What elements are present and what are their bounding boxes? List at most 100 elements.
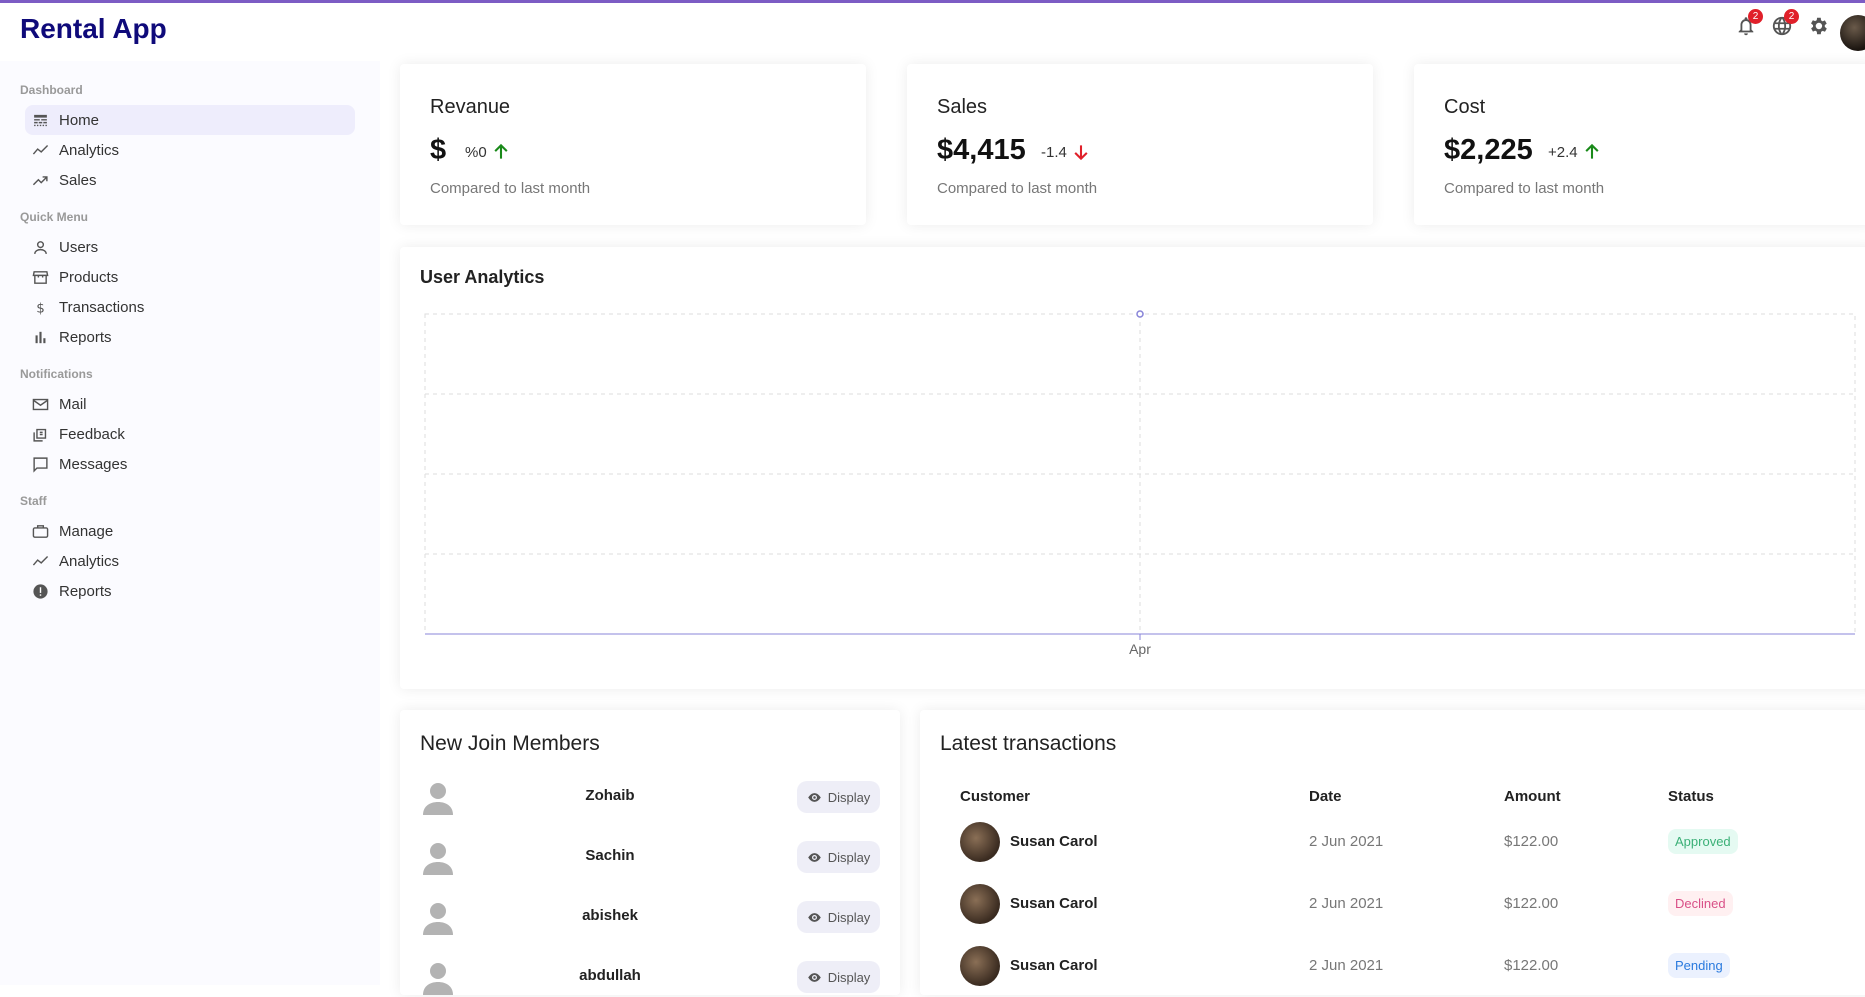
notifications-icon[interactable]: 2 — [1735, 9, 1763, 37]
storefront-icon — [32, 270, 49, 284]
transactions-title: Latest transactions — [940, 732, 1117, 755]
arrow-down-icon — [1074, 145, 1088, 161]
sidebar-item-manage[interactable]: Manage — [25, 516, 355, 546]
sidebar-item-label: Manage — [59, 522, 114, 540]
transaction-amount: $122.00 — [1504, 895, 1559, 912]
sidebar-item-label: Sales — [59, 171, 97, 189]
featured-rate-value: +2.4 — [1548, 143, 1578, 161]
table-row: Susan Carol 2 Jun 2021 $122.00 Pending — [960, 944, 1760, 988]
avatar — [960, 884, 1000, 924]
featured-money: $4,415 — [937, 134, 1026, 166]
sidebar-item-feedback[interactable]: Feedback — [25, 419, 355, 449]
sidebar-item-label: Messages — [59, 455, 128, 473]
notifications-badge: 2 — [1748, 9, 1763, 24]
user-avatar[interactable] — [1840, 15, 1865, 51]
featured-card-cost: Cost $2,225 +2.4 Compared to last month — [1414, 64, 1865, 225]
sidebar-item-label: Reports — [59, 328, 112, 346]
sidebar-item-staff-analytics[interactable]: Analytics — [25, 546, 355, 576]
status-badge[interactable]: Declined — [1668, 891, 1733, 916]
language-icon[interactable]: 2 — [1771, 9, 1799, 37]
transaction-amount: $122.00 — [1504, 957, 1559, 974]
members-title: New Join Members — [420, 732, 600, 755]
featured-rate: -1.4 — [1041, 142, 1091, 162]
svg-text:$: $ — [36, 301, 45, 316]
status-badge[interactable]: Approved — [1668, 829, 1738, 854]
language-badge: 2 — [1784, 9, 1799, 24]
settings-gear-icon[interactable] — [1807, 15, 1829, 37]
featured-rate: +2.4 — [1548, 142, 1602, 162]
sidebar: Dashboard Home Analytics Sales Quick Men… — [0, 61, 380, 985]
sidebar-item-label: Users — [59, 238, 99, 256]
sidebar-item-staff-reports[interactable]: Reports — [25, 576, 355, 606]
display-button[interactable]: Display — [797, 901, 880, 933]
sidebar-item-transactions[interactable]: $ Transactions — [25, 292, 355, 322]
customer-name: Susan Carol — [1010, 833, 1098, 850]
eye-icon — [807, 792, 821, 802]
dynamic-feed-icon — [33, 428, 47, 442]
customer-name: Susan Carol — [1010, 957, 1098, 974]
column-header-customer: Customer — [960, 788, 1031, 805]
sidebar-item-sales[interactable]: Sales — [25, 165, 355, 195]
eye-icon — [807, 912, 821, 922]
chart-x-tick-label: Apr — [1129, 641, 1151, 657]
sidebar-item-label: Mail — [59, 395, 87, 413]
avatar-placeholder-icon — [423, 903, 453, 935]
status-badge[interactable]: Pending — [1668, 953, 1730, 978]
sidebar-item-messages[interactable]: Messages — [25, 449, 355, 479]
featured-card-sales: Sales $4,415 -1.4 Compared to last month — [907, 64, 1373, 225]
member-name: Zohaib — [585, 787, 635, 804]
mail-outline-icon — [32, 398, 49, 410]
member-item: abishek Display — [420, 897, 880, 937]
avatar — [960, 946, 1000, 986]
sidebar-section-staff: Staff — [20, 494, 47, 508]
transaction-date: 2 Jun 2021 — [1309, 833, 1384, 850]
sidebar-item-analytics[interactable]: Analytics — [25, 135, 355, 165]
transaction-date: 2 Jun 2021 — [1309, 895, 1384, 912]
featured-title: Cost — [1444, 96, 1486, 118]
arrow-up-icon — [494, 143, 508, 159]
column-header-date: Date — [1309, 788, 1342, 805]
sidebar-section-dashboard: Dashboard — [20, 83, 83, 97]
featured-money: $ — [430, 134, 447, 166]
timeline-icon — [32, 144, 49, 155]
featured-sub: Compared to last month — [937, 180, 1098, 197]
transaction-amount: $122.00 — [1504, 833, 1559, 850]
display-button[interactable]: Display — [797, 781, 880, 813]
sidebar-item-home[interactable]: Home — [25, 105, 355, 135]
table-row: Susan Carol 2 Jun 2021 $122.00 Declined — [960, 882, 1760, 926]
topbar-icons: 2 2 — [1735, 9, 1829, 37]
sidebar-item-label: Analytics — [59, 141, 120, 159]
display-button-label: Display — [827, 789, 871, 805]
sidebar-item-reports[interactable]: Reports — [25, 322, 355, 352]
table-row: Susan Carol 2 Jun 2021 $122.00 Approved — [960, 820, 1760, 864]
display-button[interactable]: Display — [797, 841, 880, 873]
chat-bubble-outline-icon — [33, 456, 48, 473]
sidebar-section-notifications: Notifications — [20, 367, 93, 381]
new-join-members-widget: New Join Members Zohaib Display Sachin D… — [400, 710, 900, 995]
arrow-up-icon — [1585, 143, 1599, 159]
dollar-icon: $ — [36, 301, 45, 316]
bar-chart-icon — [35, 331, 46, 343]
member-name: abishek — [582, 907, 638, 924]
featured-title: Sales — [937, 96, 988, 118]
sidebar-item-label: Transactions — [59, 298, 145, 316]
featured-money: $2,225 — [1444, 134, 1533, 166]
featured-sub: Compared to last month — [430, 180, 591, 197]
column-header-amount: Amount — [1504, 788, 1561, 805]
display-button[interactable]: Display — [797, 961, 880, 993]
display-button-label: Display — [827, 849, 871, 865]
sidebar-item-users[interactable]: Users — [25, 232, 355, 262]
featured-rate-value: %0 — [465, 143, 487, 161]
app-logo[interactable]: Rental App — [20, 13, 167, 45]
featured-title: Revanue — [430, 96, 511, 118]
avatar-placeholder-icon — [423, 843, 453, 875]
line-style-icon — [34, 114, 47, 126]
display-button-label: Display — [827, 909, 871, 925]
sidebar-item-mail[interactable]: Mail — [25, 389, 355, 419]
topbar: Rental App 2 2 — [0, 3, 1865, 61]
featured-sub: Compared to last month — [1444, 180, 1605, 197]
customer-name: Susan Carol — [1010, 895, 1098, 912]
member-item: Sachin Display — [420, 837, 880, 877]
avatar-placeholder-icon — [423, 963, 453, 995]
sidebar-item-products[interactable]: Products — [25, 262, 355, 292]
